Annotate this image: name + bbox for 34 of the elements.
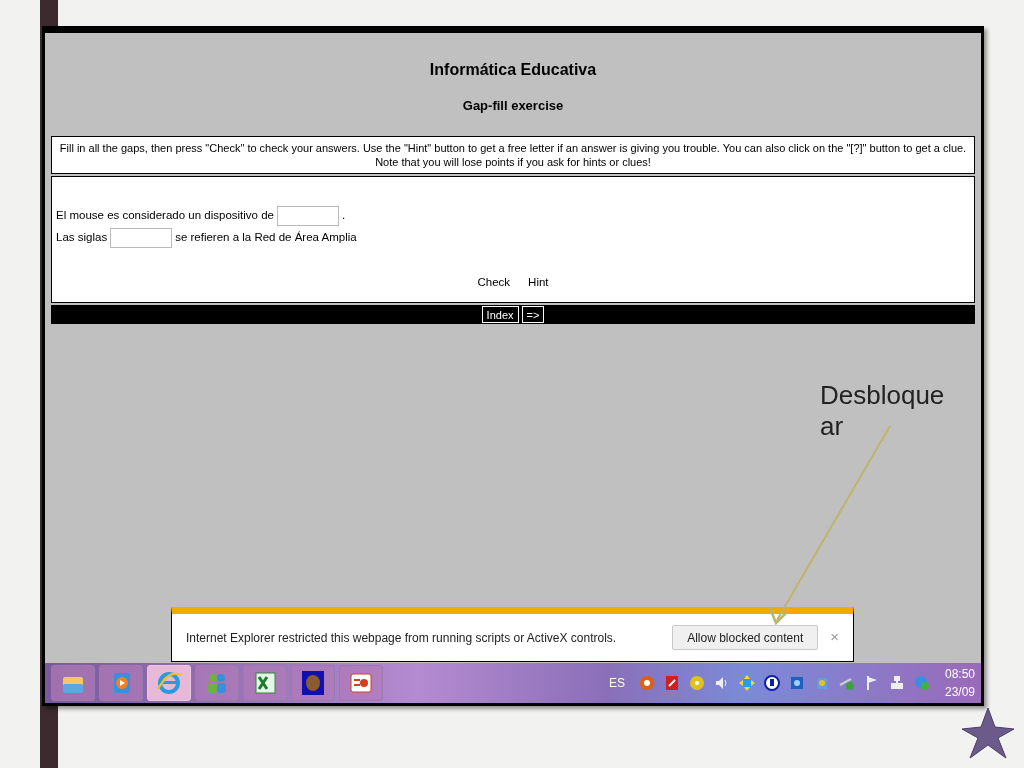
cross-arrows-icon[interactable]: [738, 675, 755, 691]
document-circle-icon[interactable]: [763, 675, 780, 691]
hand-icon: [299, 669, 327, 697]
allow-blocked-content-button[interactable]: Allow blocked content: [672, 625, 819, 650]
question-text: Las siglas: [56, 229, 108, 245]
nav-button[interactable]: =>: [521, 305, 545, 323]
taskbar-app-button[interactable]: [243, 665, 287, 701]
exercise-button[interactable]: Check: [477, 273, 511, 291]
browser-icon: [155, 669, 183, 697]
taskbar-app-button[interactable]: [291, 665, 335, 701]
exercise-button[interactable]: Hint: [528, 273, 549, 291]
answer-field[interactable]: [277, 205, 339, 226]
instructions-text: Fill in all the gaps, then press "Check" to check your answers. Use the "Hint" button to get a free letter if an answer is giving you trouble. You can also click on the "[?]" button to get a clue. Note that you will lose points if you ask for hints or clues!: [51, 135, 975, 174]
notification-message: Internet Explorer restricted this webpage from running scripts or ActiveX controls.: [186, 629, 617, 647]
speaker-icon[interactable]: [713, 675, 730, 691]
star-icon: [961, 707, 1015, 759]
language-indicator[interactable]: ES: [608, 674, 625, 692]
question-text: El mouse es considerado un dispositivo de: [56, 207, 274, 223]
nav-button[interactable]: Index: [481, 305, 519, 323]
network-icon[interactable]: [838, 675, 855, 691]
callout-text: Desbloquear: [820, 380, 946, 442]
page-title: Informática Educativa: [429, 60, 597, 80]
taskbar-app-button[interactable]: [339, 665, 383, 701]
exercise-title: Gap-fill exercise: [462, 97, 564, 115]
taskbar-app-button[interactable]: [51, 665, 95, 701]
pdf-icon[interactable]: [663, 675, 680, 691]
answer-field[interactable]: [110, 227, 173, 248]
question-text: .: [342, 207, 346, 223]
clock-time[interactable]: 08:50: [944, 665, 975, 683]
question-text: se refieren a la Red de Área Amplia: [175, 229, 357, 245]
clock-date[interactable]: 23/09: [944, 683, 975, 701]
disc-icon[interactable]: [688, 675, 705, 691]
computer-icon[interactable]: [888, 675, 905, 691]
taskbar-app-button[interactable]: [147, 665, 191, 701]
